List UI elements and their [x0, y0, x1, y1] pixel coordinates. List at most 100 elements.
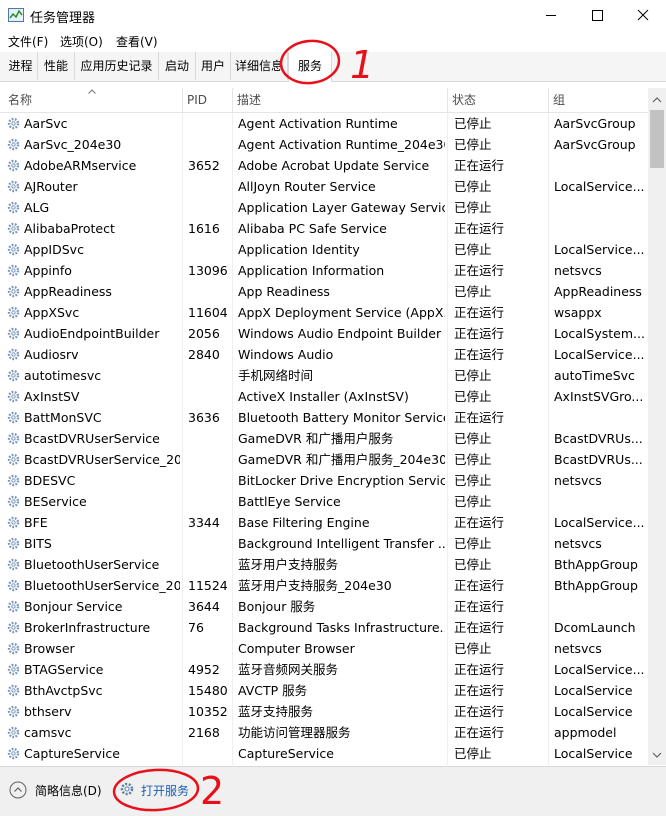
table-row[interactable]: AJRouter AllJoyn Router Service 已停止 LocalSe… [0, 176, 648, 197]
service-gear-icon [7, 348, 20, 361]
open-services-link[interactable]: 打开服务 [141, 782, 189, 799]
vertical-scrollbar[interactable] [648, 88, 666, 765]
tab-services[interactable]: 服务 [288, 52, 332, 82]
service-description: Computer Browser [238, 641, 355, 656]
service-status: 正在运行 [454, 704, 505, 719]
column-pid[interactable]: PID [183, 88, 232, 112]
service-group: BthAppGroup [554, 557, 638, 572]
table-row[interactable]: BDESVC BitLocker Drive Encryption Service… [0, 470, 648, 491]
column-description[interactable]: 描述 [233, 88, 447, 112]
scroll-up-icon[interactable] [648, 92, 666, 109]
column-status[interactable]: 状态 [448, 88, 548, 112]
service-pid [188, 176, 230, 197]
service-group: netsvcs [554, 473, 602, 488]
service-name: AarSvc [24, 116, 68, 131]
maximize-icon [592, 10, 603, 21]
table-row[interactable]: BluetoothUserService_20... 11524 蓝牙用户支持服务_… [0, 575, 648, 596]
service-name: Audiosrv [24, 347, 79, 362]
tab-app-history[interactable]: 应用历史记录 [75, 52, 159, 80]
table-row[interactable]: AppIDSvc Application Identity 已停止 LocalServ… [0, 239, 648, 260]
maximize-button[interactable] [574, 0, 620, 31]
table-row[interactable]: BluetoothUserService 蓝牙用户支持服务 已停止 BthAppGro… [0, 554, 648, 575]
table-row[interactable]: AarSvc_204e30 Agent Activation Runtime_20… [0, 134, 648, 155]
table-row[interactable]: BthAvctpSvc 15480 AVCTP 服务 正在运行 LocalService [0, 680, 648, 701]
table-row[interactable]: AppXSvc 11604 AppX Deployment Service (App… [0, 302, 648, 323]
service-pid: 13096 [188, 263, 228, 278]
close-button[interactable] [620, 0, 666, 31]
service-group: appmodel [554, 725, 617, 740]
column-name[interactable]: 名称 [4, 88, 182, 112]
menu-view[interactable]: 查看(V) [116, 33, 158, 50]
service-description: Application Layer Gateway Service [238, 200, 445, 215]
service-status: 正在运行 [454, 263, 505, 278]
table-row[interactable]: AxInstSV ActiveX Installer (AxInstSV) 已停止 A… [0, 386, 648, 407]
tab-startup[interactable]: 启动 [159, 52, 196, 80]
service-description: Agent Activation Runtime_204e30 [238, 137, 445, 152]
service-status: 正在运行 [454, 662, 505, 677]
service-gear-icon [7, 285, 20, 298]
tab-details[interactable]: 详细信息 [231, 52, 288, 80]
table-row[interactable]: BEService BattlEye Service 已停止 [0, 491, 648, 512]
service-group [554, 155, 646, 176]
task-manager-icon [8, 8, 24, 22]
service-pid: 11604 [188, 305, 228, 320]
table-row[interactable]: AppReadiness App Readiness 已停止 AppReadiness [0, 281, 648, 302]
table-row[interactable]: Appinfo 13096 Application Information 正在运行 n… [0, 260, 648, 281]
menu-file[interactable]: 文件(F) [8, 33, 48, 50]
collapse-chevron-icon[interactable] [9, 781, 27, 799]
service-group: LocalService... [554, 242, 645, 257]
service-description: BattlEye Service [238, 494, 341, 509]
table-row[interactable]: bthserv 10352 蓝牙支持服务 正在运行 LocalService [0, 701, 648, 722]
table-row[interactable]: Audiosrv 2840 Windows Audio 正在运行 LocalServic… [0, 344, 648, 365]
service-status: 正在运行 [454, 515, 505, 530]
service-status: 正在运行 [454, 599, 505, 614]
table-row[interactable]: camsvc 2168 功能访问管理器服务 正在运行 appmodel [0, 722, 648, 743]
service-description: Bonjour 服务 [238, 599, 316, 614]
table-row[interactable]: autotimesvc 手机网络时间 已停止 autoTimeSvc [0, 365, 648, 386]
fewer-details-button[interactable]: 简略信息(D) [35, 782, 102, 799]
table-row[interactable]: ALG Application Layer Gateway Service 已停止 [0, 197, 648, 218]
service-gear-icon [7, 600, 20, 613]
table-row[interactable]: BrokerInfrastructure 76 Background Tasks I… [0, 617, 648, 638]
service-pid: 11524 [188, 578, 228, 593]
service-description: Application Identity [238, 242, 360, 257]
table-row[interactable]: Bonjour Service 3644 Bonjour 服务 正在运行 [0, 596, 648, 617]
column-group[interactable]: 组 [549, 88, 648, 112]
scroll-down-icon[interactable] [648, 746, 666, 763]
scrollbar-thumb[interactable] [650, 110, 664, 168]
service-name: AudioEndpointBuilder [24, 326, 160, 341]
service-status: 正在运行 [454, 326, 505, 341]
services-gear-icon[interactable] [118, 780, 136, 798]
menu-options[interactable]: 选项(O) [60, 33, 103, 50]
service-status: 已停止 [454, 179, 492, 194]
service-status: 正在运行 [454, 725, 505, 740]
service-group: netsvcs [554, 536, 602, 551]
table-row[interactable]: AdobeARMservice 3652 Adobe Acrobat Update … [0, 155, 648, 176]
tab-users[interactable]: 用户 [196, 52, 231, 80]
table-row[interactable]: Browser Computer Browser 已停止 netsvcs [0, 638, 648, 659]
table-row[interactable]: BFE 3344 Base Filtering Engine 正在运行 LocalSer… [0, 512, 648, 533]
table-row[interactable]: BcastDVRUserService_20... GameDVR 和广播用户服务… [0, 449, 648, 470]
tab-processes[interactable]: 进程 [4, 52, 38, 80]
table-row[interactable]: AlibabaProtect 1616 Alibaba PC Safe Servic… [0, 218, 648, 239]
service-pid: 1616 [188, 221, 220, 236]
table-row[interactable]: AudioEndpointBuilder 2056 Windows Audio En… [0, 323, 648, 344]
service-pid: 15480 [188, 683, 228, 698]
table-row[interactable]: AarSvc Agent Activation Runtime 已停止 AarSvcG… [0, 113, 648, 134]
service-group: LocalService [554, 683, 633, 698]
service-pid: 76 [188, 620, 204, 635]
table-row[interactable]: CaptureService CaptureService 已停止 LocalServ… [0, 743, 648, 764]
service-description: 蓝牙音频网关服务 [238, 662, 339, 677]
table-row[interactable]: BITS Background Intelligent Transfer ... 已… [0, 533, 648, 554]
table-row[interactable]: BattMonSVC 3636 Bluetooth Battery Monitor … [0, 407, 648, 428]
table-row[interactable]: BcastDVRUserService GameDVR 和广播用户服务 已停止 Bca… [0, 428, 648, 449]
service-group [554, 197, 646, 218]
service-pid: 3652 [188, 158, 220, 173]
tab-bar: 进程 性能 应用历史记录 启动 用户 详细信息 服务 [0, 52, 666, 82]
service-name: AxInstSV [24, 389, 80, 404]
minimize-button[interactable] [528, 0, 574, 31]
service-status: 正在运行 [454, 221, 505, 236]
table-row[interactable]: BTAGService 4952 蓝牙音频网关服务 正在运行 LocalService.… [0, 659, 648, 680]
service-gear-icon [7, 390, 20, 403]
tab-performance[interactable]: 性能 [38, 52, 75, 80]
